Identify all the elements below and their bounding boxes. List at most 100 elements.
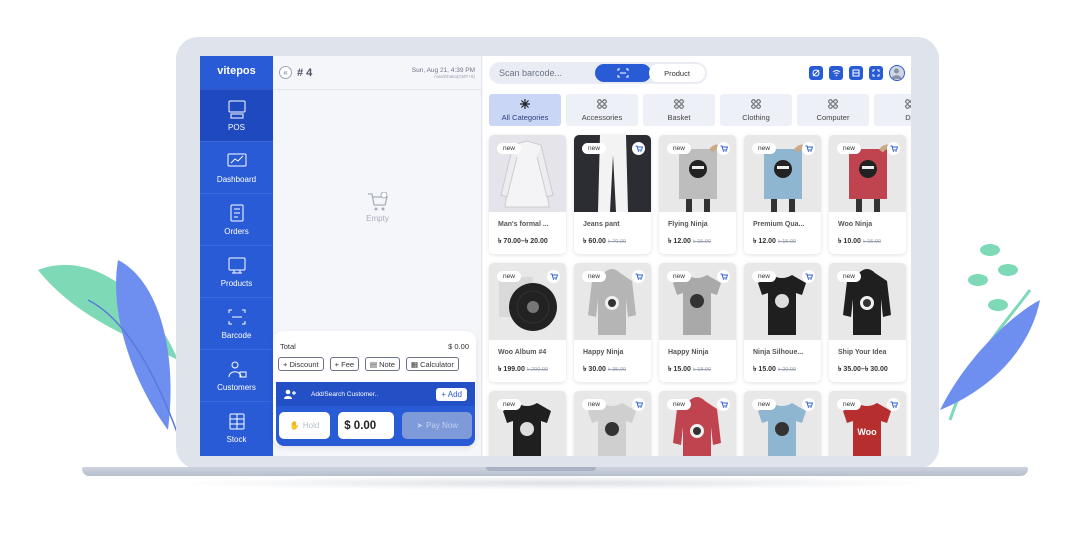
empty-label: Empty <box>366 214 389 223</box>
product-card[interactable]: new <box>574 391 651 456</box>
sidebar-item-barcode[interactable]: Barcode <box>200 297 273 349</box>
add-to-cart-icon[interactable] <box>547 270 560 283</box>
add-to-cart-icon[interactable] <box>717 270 730 283</box>
category-label: Computer <box>816 112 850 122</box>
category-tab[interactable]: Clothing <box>720 94 792 126</box>
sidebar-item-label: Customers <box>217 383 256 392</box>
fullscreen-icon[interactable] <box>869 66 883 80</box>
sidebar: vitepos POS Dashboard Orders Products Ba… <box>200 56 273 456</box>
category-tab[interactable]: All Categories <box>489 94 561 126</box>
new-badge: new <box>582 271 606 282</box>
new-badge: new <box>752 271 776 282</box>
cart-header: « # 4 Sun, Aug 21, 4:39 PM Asia/Dhaka(GM… <box>273 56 481 90</box>
add-to-cart-icon[interactable] <box>717 398 730 411</box>
sidebar-item-orders[interactable]: Orders <box>200 193 273 245</box>
product-card[interactable]: new Ninja Silhoue... ৳ 15.00 ৳ 20.00 <box>744 263 821 382</box>
add-customer-button[interactable]: + Add <box>436 387 467 401</box>
sidebar-item-stock[interactable]: Stock <box>200 401 273 453</box>
total-label: Total <box>280 342 296 351</box>
brand-logo[interactable]: vitepos <box>200 56 273 89</box>
add-to-cart-icon[interactable] <box>632 398 645 411</box>
add-to-cart-icon[interactable] <box>802 398 815 411</box>
product-card[interactable]: new Happy Ninja ৳ 15.00 ৳ 18.00 <box>659 263 736 382</box>
sidebar-item-customers[interactable]: Customers <box>200 349 273 401</box>
cart-panel: « # 4 Sun, Aug 21, 4:39 PM Asia/Dhaka(GM… <box>273 56 482 456</box>
note-button[interactable]: ▤ Note <box>365 357 400 371</box>
product-name: Flying Ninja <box>668 221 708 228</box>
add-to-cart-icon[interactable] <box>802 270 815 283</box>
customer-search-input[interactable]: Add/Search Customer.. <box>311 391 378 398</box>
new-badge: new <box>752 143 776 154</box>
current-price: ৳ 15.00 <box>753 366 776 373</box>
category-label: De <box>905 112 911 122</box>
product-card[interactable]: new Woo Album #4 ৳ 199.00 ৳ 200.00 <box>489 263 566 382</box>
fee-button[interactable]: + Fee <box>329 357 360 371</box>
no-sync-icon[interactable] <box>809 66 823 80</box>
product-image: new <box>489 135 566 212</box>
total-row: Total $ 0.00 <box>273 331 476 357</box>
category-tab[interactable]: Computer <box>797 94 869 126</box>
add-to-cart-icon[interactable] <box>632 142 645 155</box>
product-card[interactable]: new Flying Ninja ৳ 12.00 ৳ 15.00 <box>659 135 736 254</box>
top-icons <box>809 65 905 81</box>
product-card[interactable]: new <box>744 391 821 456</box>
date-text: Sun, Aug 21, 4:39 PM <box>411 66 475 74</box>
category-tab[interactable]: Basket <box>643 94 715 126</box>
customer-search-row[interactable]: Add/Search Customer.. + Add <box>276 382 475 406</box>
user-avatar[interactable] <box>889 65 905 81</box>
hand-icon: ✋ <box>289 421 300 430</box>
product-card[interactable]: Woo new <box>829 391 906 456</box>
order-number: # 4 <box>297 66 313 79</box>
product-card[interactable]: new Jeans pant ৳ 60.00 ৳ 70.00 <box>574 135 651 254</box>
add-to-cart-icon[interactable] <box>632 270 645 283</box>
product-card[interactable]: new <box>489 391 566 456</box>
product-card[interactable]: new Woo Ninja ৳ 10.00 ৳ 15.00 <box>829 135 906 254</box>
sidebar-item-label: Barcode <box>221 331 252 340</box>
product-card[interactable]: new <box>659 391 736 456</box>
sidebar-item-pos[interactable]: POS <box>200 89 273 141</box>
new-badge: new <box>752 399 776 410</box>
product-image: new <box>744 263 821 340</box>
note-label: Note <box>379 359 395 369</box>
action-chips: + Discount + Fee ▤ Note ▦ Calculator <box>273 357 476 371</box>
current-price: ৳ 15.00 <box>668 366 691 373</box>
pay-now-label: Pay Now <box>426 421 459 430</box>
sidebar-item-dashboard[interactable]: Dashboard <box>200 141 273 193</box>
product-card[interactable]: new Man's formal ... ৳ 70.00–৳ 20.00 <box>489 135 566 254</box>
wifi-icon[interactable] <box>829 66 843 80</box>
barcode-search-input[interactable]: Scan barcode... Product <box>489 62 707 84</box>
calculator-button[interactable]: ▦ Calculator <box>405 357 459 371</box>
add-to-cart-icon[interactable] <box>887 142 900 155</box>
cash-drawer-icon[interactable] <box>849 66 863 80</box>
current-price: ৳ 60.00 <box>583 238 606 245</box>
category-tab[interactable]: Accessories <box>566 94 638 126</box>
product-image: new <box>574 391 651 456</box>
category-tab[interactable]: De <box>874 94 911 126</box>
current-price: ৳ 12.00 <box>668 238 691 245</box>
scan-barcode-button[interactable] <box>595 64 651 82</box>
hold-button[interactable]: ✋ Hold <box>279 412 331 439</box>
product-image: Woo new <box>829 391 906 456</box>
product-name: Woo Album #4 <box>498 349 547 356</box>
pay-now-button[interactable]: ➤ Pay Now <box>402 412 472 439</box>
product-card[interactable]: new Happy Ninja ৳ 30.00 ৳ 35.00 <box>574 263 651 382</box>
product-image: new <box>829 135 906 212</box>
add-customer-icon <box>284 389 296 399</box>
discount-button[interactable]: + Discount <box>278 357 324 371</box>
product-card[interactable]: new Premium Qua... ৳ 12.00 ৳ 15.00 <box>744 135 821 254</box>
product-card[interactable]: new Ship Your Idea ৳ 35.00–৳ 30.00 <box>829 263 906 382</box>
add-to-cart-icon[interactable] <box>887 398 900 411</box>
sidebar-item-label: Stock <box>226 435 247 444</box>
order-summary: Total $ 0.00 + Discount + Fee ▤ Note ▦ C… <box>273 331 476 446</box>
collapse-icon[interactable]: « <box>279 66 292 79</box>
product-image: new <box>744 391 821 456</box>
add-to-cart-icon[interactable] <box>802 142 815 155</box>
product-toggle[interactable]: Product <box>649 64 705 82</box>
product-price: ৳ 35.00–৳ 30.00 <box>829 356 906 375</box>
category-tabs: All Categories Accessories Basket Clothing C… <box>483 90 911 130</box>
product-name: Man's formal ... <box>498 221 549 228</box>
old-price: ৳ 70.00 <box>607 239 626 245</box>
product-price: ৳ 15.00 ৳ 18.00 <box>659 356 736 375</box>
add-to-cart-icon[interactable] <box>717 142 730 155</box>
sidebar-item-products[interactable]: Products <box>200 245 273 297</box>
